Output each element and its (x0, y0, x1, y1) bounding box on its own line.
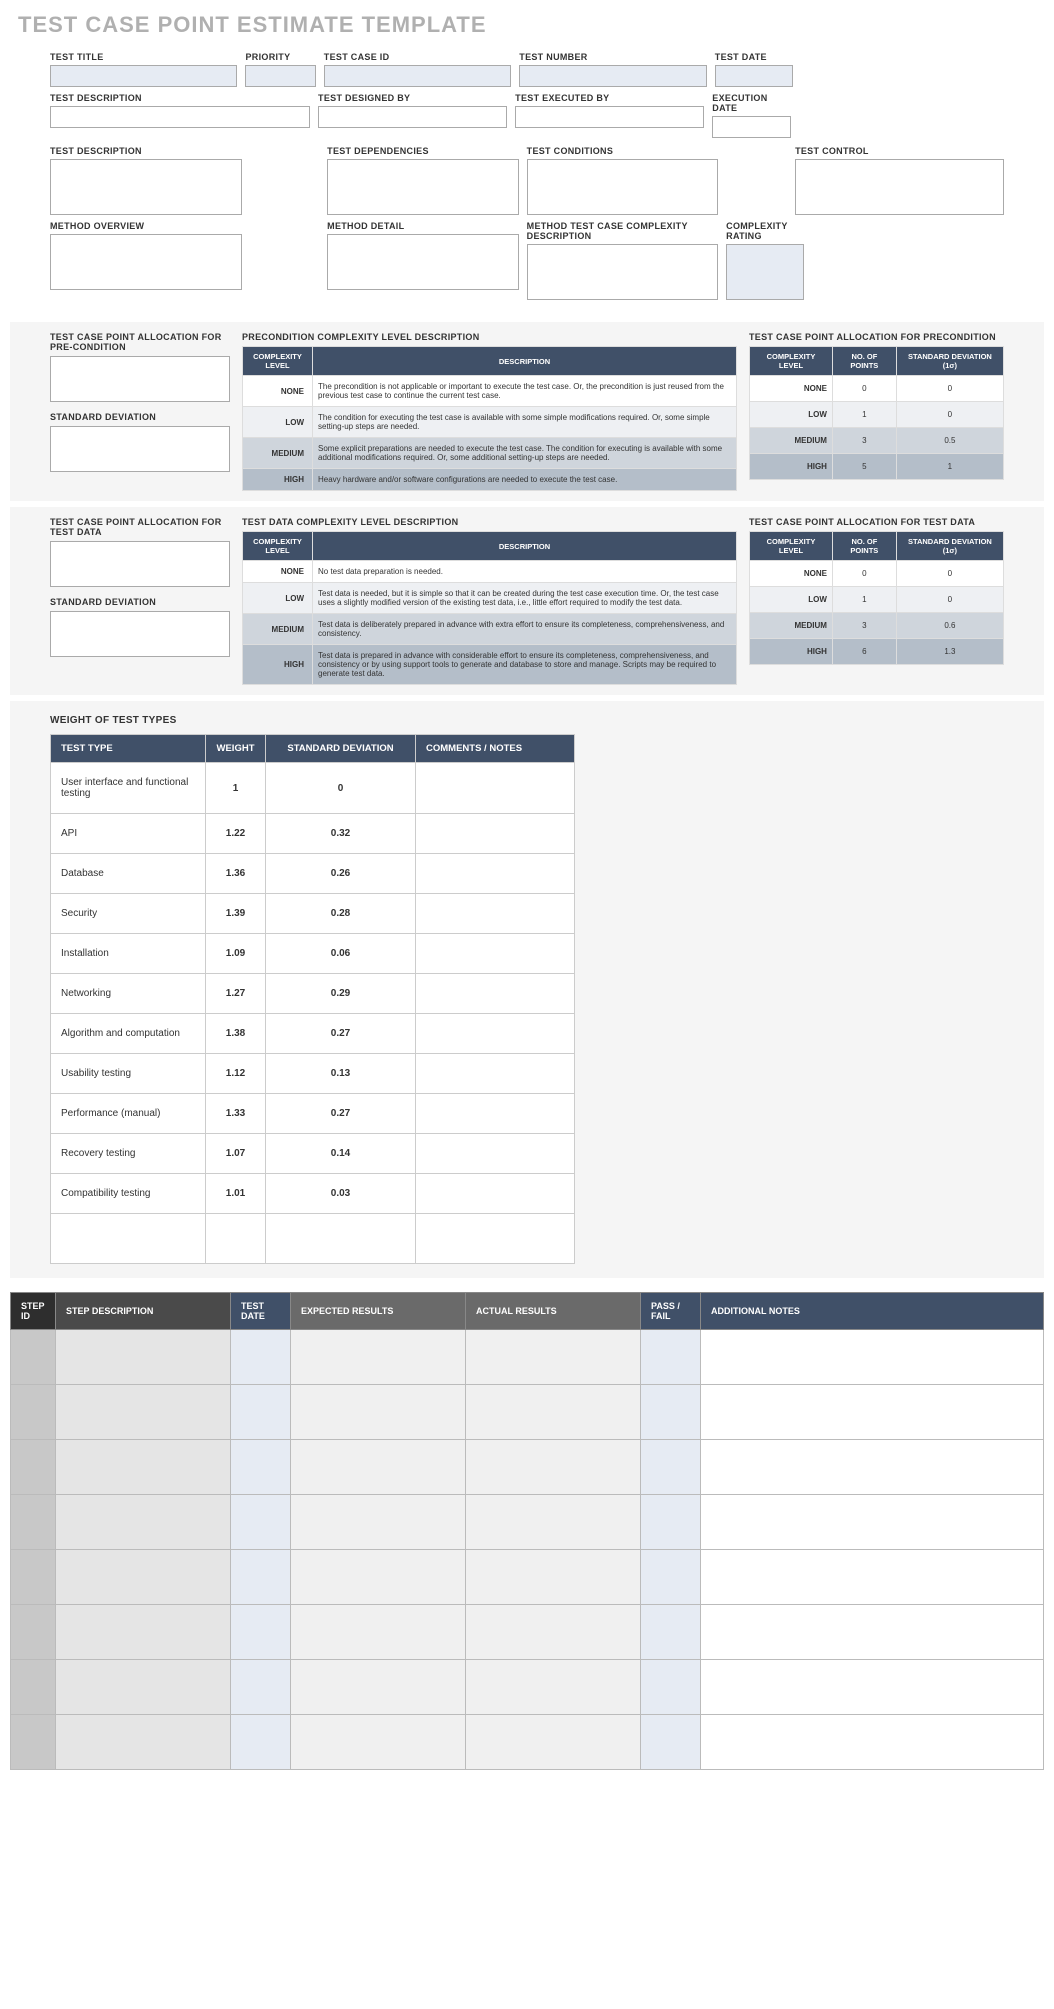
lbl-cond: TEST CONDITIONS (527, 146, 719, 156)
lbl-md: METHOD DETAIL (327, 221, 519, 231)
precond-desc-table: COMPLEXITY LEVELDESCRIPTIONNONEThe preco… (242, 346, 737, 491)
field-designed-by[interactable] (318, 106, 507, 128)
lbl-mo: METHOD OVERVIEW (50, 221, 242, 231)
field-test-date[interactable] (715, 65, 793, 87)
weights-table: TEST TYPEWEIGHTSTANDARD DEVIATIONCOMMENT… (50, 734, 575, 1264)
field-td[interactable] (50, 159, 242, 215)
lbl-deps: TEST DEPENDENCIES (327, 146, 519, 156)
field-test-number[interactable] (519, 65, 706, 87)
field-ctrl[interactable] (795, 159, 1004, 215)
field-deps[interactable] (327, 159, 519, 215)
td-desc-title: TEST DATA COMPLEXITY LEVEL DESCRIPTION (242, 517, 737, 527)
field-cond[interactable] (527, 159, 719, 215)
field-cr[interactable] (726, 244, 804, 300)
field-exec-date[interactable] (712, 116, 791, 138)
lbl-priority: PRIORITY (245, 52, 315, 62)
precond-alloc-title: TEST CASE POINT ALLOCATION FOR PRE-CONDI… (50, 332, 230, 352)
field-mo[interactable] (50, 234, 242, 290)
lbl-ctrl: TEST CONTROL (795, 146, 1004, 156)
precond-right-title: TEST CASE POINT ALLOCATION FOR PRECONDIT… (749, 332, 1004, 342)
lbl-test-case-id: TEST CASE ID (324, 52, 511, 62)
lbl-exec-date: EXECUTION DATE (712, 93, 791, 113)
lbl-mc: METHOD TEST CASE COMPLEXITY DESCRIPTION (527, 221, 719, 241)
field-priority[interactable] (245, 65, 315, 87)
weights-title: WEIGHT OF TEST TYPES (50, 715, 1004, 726)
td-sd-field[interactable] (50, 611, 230, 657)
field-mc[interactable] (527, 244, 719, 300)
page-title: TEST CASE POINT ESTIMATE TEMPLATE (0, 0, 1054, 46)
td-right-title: TEST CASE POINT ALLOCATION FOR TEST DATA (749, 517, 1004, 527)
precond-sd-field[interactable] (50, 426, 230, 472)
td-desc-table: COMPLEXITY LEVELDESCRIPTIONNONENo test d… (242, 531, 737, 685)
td-sd-title: STANDARD DEVIATION (50, 597, 230, 607)
field-executed-by[interactable] (515, 106, 704, 128)
lbl-test-number: TEST NUMBER (519, 52, 706, 62)
td-alloc-field[interactable] (50, 541, 230, 587)
steps-table: STEP IDSTEP DESCRIPTIONTEST DATEEXPECTED… (10, 1292, 1044, 1770)
lbl-test-desc: TEST DESCRIPTION (50, 93, 310, 103)
lbl-cr: COMPLEXITY RATING (726, 221, 804, 241)
lbl-executed-by: TEST EXECUTED BY (515, 93, 704, 103)
field-test-desc[interactable] (50, 106, 310, 128)
field-test-case-id[interactable] (324, 65, 511, 87)
precond-sd-title: STANDARD DEVIATION (50, 412, 230, 422)
precond-alloc-field[interactable] (50, 356, 230, 402)
lbl-test-date: TEST DATE (715, 52, 793, 62)
lbl-test-title: TEST TITLE (50, 52, 237, 62)
field-md[interactable] (327, 234, 519, 290)
lbl-td: TEST DESCRIPTION (50, 146, 242, 156)
td-alloc-table: COMPLEXITY LEVELNO. OF POINTSSTANDARD DE… (749, 531, 1004, 665)
precond-desc-title: PRECONDITION COMPLEXITY LEVEL DESCRIPTIO… (242, 332, 737, 342)
td-alloc-title: TEST CASE POINT ALLOCATION FOR TEST DATA (50, 517, 230, 537)
precond-alloc-table: COMPLEXITY LEVELNO. OF POINTSSTANDARD DE… (749, 346, 1004, 480)
field-test-title[interactable] (50, 65, 237, 87)
lbl-designed-by: TEST DESIGNED BY (318, 93, 507, 103)
